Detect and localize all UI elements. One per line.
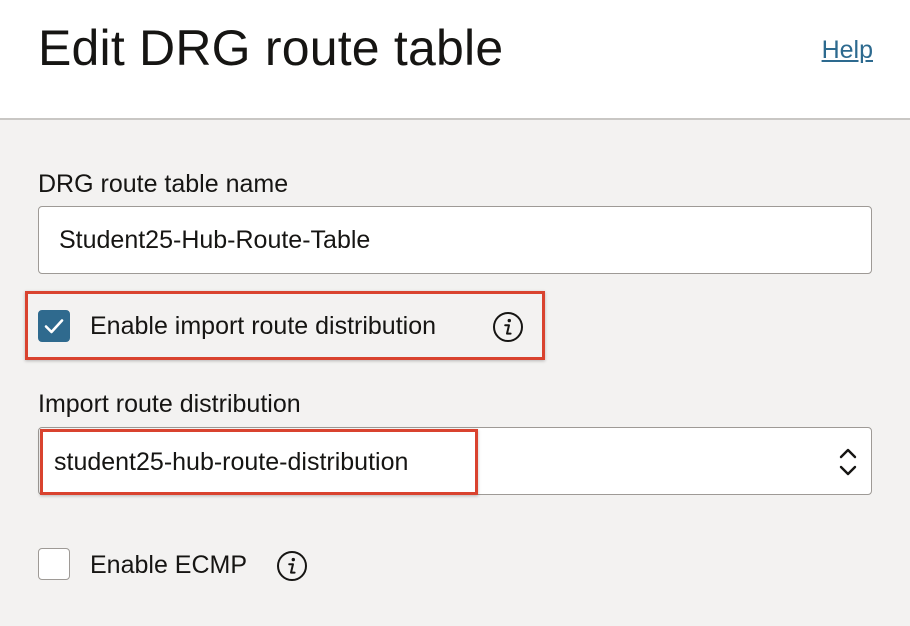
info-icon[interactable]: [492, 311, 524, 343]
enable-import-route-distribution-checkbox[interactable]: [38, 310, 70, 342]
route-table-name-input[interactable]: [38, 206, 872, 274]
info-icon[interactable]: [276, 550, 308, 582]
page-title: Edit DRG route table: [38, 20, 504, 76]
chevron-up-down-icon: [839, 448, 857, 476]
enable-ecmp-label: Enable ECMP: [90, 551, 248, 579]
help-link[interactable]: Help: [822, 35, 873, 65]
route-table-name-label: DRG route table name: [38, 170, 289, 198]
enable-ecmp-checkbox[interactable]: [38, 548, 70, 580]
enable-import-route-distribution-label: Enable import route distribution: [90, 312, 437, 340]
import-route-distribution-label: Import route distribution: [38, 390, 301, 418]
check-icon: [44, 319, 64, 334]
dialog-header: Edit DRG route table Help: [0, 0, 910, 120]
annotation-highlight-import-select: [40, 429, 478, 495]
